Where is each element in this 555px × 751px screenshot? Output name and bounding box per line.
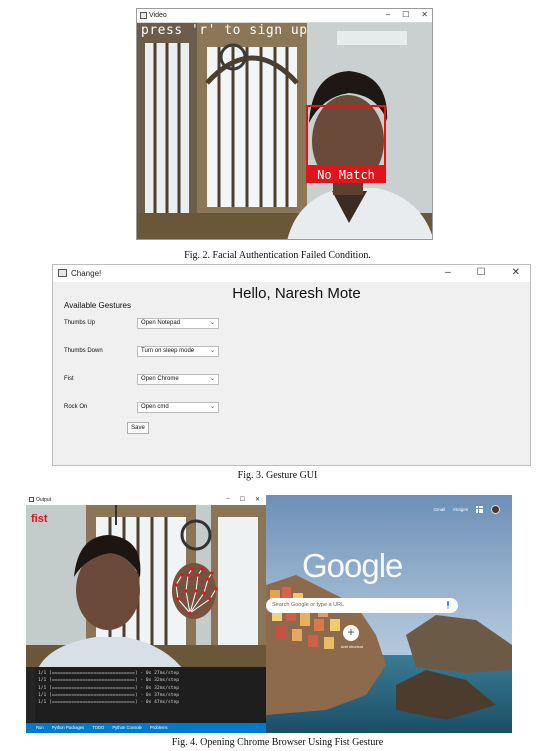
close-icon[interactable]: ✕ [255,496,260,503]
terminal-line: 1/1 [==============================] - 0… [38,692,180,698]
thumbs-up-action-value: Open Notepad [141,320,181,326]
minimize-icon[interactable]: – [445,267,451,278]
gmail-link[interactable]: Gmail [433,507,445,512]
add-shortcut-label: Add shortcut [340,644,364,649]
terminal-line: 1/1 [==============================] - 0… [38,700,180,706]
app-icon [58,269,67,277]
avatar[interactable] [491,505,500,514]
app-icon [140,12,147,19]
detected-gesture-label: fist [31,513,48,525]
gesture-gui-window: Change! – ☐ ✕ Hello, Naresh Mote Availab… [52,264,531,466]
maximize-icon[interactable]: ☐ [240,496,245,503]
thumbs-down-action-value: Turn on sleep mode [141,348,195,354]
fist-action-value: Open Chrome [141,376,179,382]
close-icon[interactable]: ✕ [512,267,520,278]
fist-action-select[interactable]: Open Chrome ⌄ [137,374,219,385]
greeting-heading: Hello, Naresh Mote [232,285,361,302]
close-icon[interactable]: ✕ [421,10,428,19]
terminal-line: 1/1 [==============================] - 0… [38,671,180,676]
minimize-icon[interactable]: – [226,496,229,503]
available-gestures-heading: Available Gestures [64,301,131,310]
tab-python-packages[interactable]: Python Packages [52,723,85,733]
plus-icon: + [347,625,355,639]
chrome-new-tab: Gmail Images Google Search Google or typ… [266,495,512,733]
figure3-caption: Fig. 3. Gesture GUI [237,470,318,481]
fist-gesture-screenshot: Output – ☐ ✕ fist 1/1 [=================… [26,495,512,733]
maximize-icon[interactable]: ☐ [477,267,486,278]
maximize-icon[interactable]: ☐ [402,10,409,19]
tab-problems[interactable]: Problems [150,723,168,733]
apps-grid-icon[interactable] [476,506,483,513]
gesture-label-thumbs-up: Thumbs Up [64,320,96,326]
terminal-output: 1/1 [==============================] - 0… [38,670,179,706]
figure4-caption: Fig. 4. Opening Chrome Browser Using Fis… [171,737,384,748]
images-link[interactable]: Images [453,507,468,512]
camera-frame [26,495,266,673]
rock-on-action-select[interactable]: Open cmd ⌄ [137,402,219,413]
add-shortcut-button[interactable]: + [343,625,359,641]
google-logo: Google [302,547,403,584]
figure2-caption: Fig. 2. Facial Authentication Failed Con… [184,250,371,261]
gesture-label-rock-on: Rock On [64,404,88,410]
chevron-down-icon: ⌄ [209,404,215,410]
chevron-down-icon: ⌄ [209,348,215,354]
ide-terminal-panel: 1/1 [==============================] - 0… [26,667,266,733]
rock-on-action-value: Open cmd [141,404,169,410]
video-window-titlebar: Video – ☐ ✕ [137,9,432,23]
new-tab-background [266,495,512,733]
thumbs-up-action-select[interactable]: Open Notepad ⌄ [137,318,219,329]
chevron-down-icon: ⌄ [209,320,215,326]
save-button[interactable]: Save [127,422,149,434]
chevron-down-icon: ⌄ [209,376,215,382]
webcam-frame [137,23,432,239]
app-icon [29,497,34,502]
gesture-gui-titlebar: Change! – ☐ ✕ [53,265,530,282]
video-window: Video – ☐ ✕ press 'r' to sign up No Matc… [136,8,433,240]
output-camera-window: Output – ☐ ✕ fist [26,495,266,673]
minimize-icon[interactable]: – [386,10,390,19]
tab-todo[interactable]: TODO [92,723,104,733]
tab-python-console[interactable]: Python Console [112,723,142,733]
terminal-tab-bar: Run Python Packages TODO Python Console … [26,723,266,733]
gesture-label-thumbs-down: Thumbs Down [64,348,103,354]
no-match-label: No Match [306,167,386,183]
output-window-titlebar: Output – ☐ ✕ [26,495,266,505]
microphone-icon[interactable] [446,601,450,609]
new-tab-top-links: Gmail Images [433,505,500,514]
window-title: Change! [71,269,102,278]
search-placeholder: Search Google or type a URL [272,602,345,608]
face-detection-box [306,105,386,167]
gesture-label-fist: Fist [64,376,74,382]
tab-run[interactable]: Run [36,723,44,733]
search-input[interactable]: Search Google or type a URL [266,598,458,613]
signup-prompt: press 'r' to sign up [141,23,308,38]
window-title: Video [149,12,167,19]
terminal-line: 1/1 [==============================] - 0… [38,685,180,691]
thumbs-down-action-select[interactable]: Turn on sleep mode ⌄ [137,346,219,357]
terminal-line: 1/1 [==============================] - 0… [38,678,180,684]
window-title: Output [36,497,52,503]
